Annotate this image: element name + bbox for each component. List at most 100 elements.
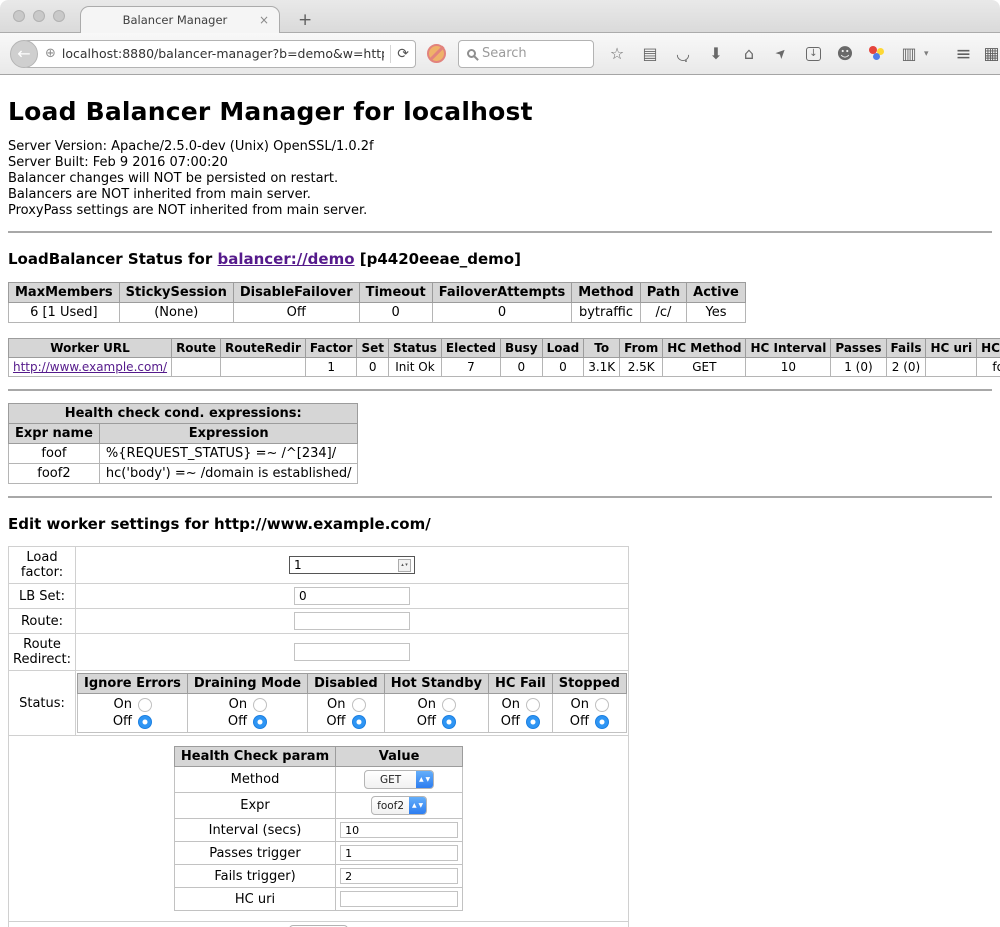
- status-on-radio[interactable]: [595, 698, 609, 712]
- status-off-radio[interactable]: [253, 715, 267, 729]
- field-label: Load factor:: [9, 547, 76, 584]
- reload-icon[interactable]: ⟳: [397, 46, 409, 62]
- home-icon[interactable]: ⌂: [740, 46, 758, 62]
- status-off-radio[interactable]: [442, 715, 456, 729]
- tab-close-icon[interactable]: ×: [259, 14, 269, 26]
- page-content: Load Balancer Manager for localhost Serv…: [0, 75, 1000, 927]
- field-label: LB Set:: [9, 584, 76, 609]
- worker-url-link[interactable]: http://www.example.com/: [13, 360, 167, 374]
- cell: GET: [663, 358, 746, 377]
- expr-name-cell: foof2: [9, 464, 100, 484]
- tab-bar: Balancer Manager × +: [0, 0, 1000, 33]
- heading-suffix: [p4420eeae_demo]: [355, 250, 521, 268]
- grid-icon[interactable]: ▦: [983, 44, 999, 64]
- column-header: Passes: [831, 339, 886, 358]
- send-icon[interactable]: ➤: [770, 41, 794, 65]
- download-box-icon[interactable]: ↓: [806, 47, 821, 61]
- navigation-toolbar: ← ⊕ localhost:8880/balancer-manager?b=de…: [0, 33, 1000, 75]
- status-off-radio[interactable]: [352, 715, 366, 729]
- search-bar[interactable]: Search: [458, 40, 594, 68]
- chevron-down-icon[interactable]: ▾: [924, 49, 929, 59]
- balancer-status-table: MaxMembersStickySessionDisableFailoverTi…: [8, 282, 746, 323]
- lb-set-input[interactable]: [294, 587, 410, 605]
- route-redirect-input[interactable]: [294, 643, 410, 661]
- passes-trigger-input[interactable]: [340, 845, 458, 861]
- cell: /c/: [640, 303, 686, 323]
- interval-secs-input[interactable]: [340, 822, 458, 838]
- form-field-row: Route Redirect:: [9, 634, 629, 671]
- column-header: Path: [640, 283, 686, 303]
- expression-cell: %{REQUEST_STATUS} =~ /^[234]/: [99, 444, 358, 464]
- table-row: http://www.example.com/10Init Ok7003.1K2…: [9, 358, 1000, 377]
- close-window-button[interactable]: [13, 10, 25, 22]
- radio-on-label: On: [229, 697, 247, 712]
- menu-icon[interactable]: ≡: [956, 43, 972, 65]
- select-arrows-icon: ▲ ▼: [409, 797, 426, 814]
- content-block-icon[interactable]: [428, 45, 445, 62]
- radio-off-label: Off: [113, 714, 132, 729]
- radio-on-label: On: [501, 697, 519, 712]
- number-stepper[interactable]: ▴ ▾: [398, 559, 411, 572]
- hc-param-label: Fails trigger): [174, 865, 335, 888]
- column-header: Worker URL: [9, 339, 172, 358]
- back-button[interactable]: ←: [10, 40, 38, 68]
- divider: [8, 496, 992, 498]
- server-info-line: Balancers are NOT inherited from main se…: [8, 187, 992, 203]
- column-header: Timeout: [359, 283, 432, 303]
- reading-list-icon[interactable]: ▤: [641, 46, 659, 62]
- cell: 0: [500, 358, 542, 377]
- zoom-window-button[interactable]: [53, 10, 65, 22]
- new-tab-button[interactable]: +: [292, 10, 318, 30]
- page-title: Load Balancer Manager for localhost: [8, 97, 992, 126]
- server-info: Server Version: Apache/2.5.0-dev (Unix) …: [8, 139, 992, 219]
- cell: Off: [233, 303, 359, 323]
- form-field-row: LB Set:: [9, 584, 629, 609]
- colored-dots-icon[interactable]: [869, 46, 885, 61]
- star-icon[interactable]: ☆: [608, 46, 626, 62]
- battery-icon[interactable]: ▥: [900, 46, 918, 62]
- browser-window: Balancer Manager × + ← ⊕ localhost:8880/…: [0, 0, 1000, 927]
- globe-icon: ⊕: [45, 46, 56, 61]
- pocket-icon[interactable]: ◡̣: [674, 46, 692, 62]
- status-on-radio[interactable]: [526, 698, 540, 712]
- status-row: Status: Ignore ErrorsDraining ModeDisabl…: [9, 671, 629, 736]
- status-off-radio[interactable]: [526, 715, 540, 729]
- column-header: Method: [572, 283, 640, 303]
- radio-off-label: Off: [501, 714, 520, 729]
- divider: [8, 389, 992, 391]
- table-row: foof%{REQUEST_STATUS} =~ /^[234]/: [9, 444, 358, 464]
- minimize-window-button[interactable]: [33, 10, 45, 22]
- column-header: Elected: [441, 339, 500, 358]
- status-off-radio[interactable]: [595, 715, 609, 729]
- column-header: To: [584, 339, 620, 358]
- column-header: HC Interval: [746, 339, 831, 358]
- balancer-demo-link[interactable]: balancer://demo: [217, 250, 354, 268]
- select-value: foof2: [372, 797, 409, 814]
- status-on-radio[interactable]: [138, 698, 152, 712]
- url-text[interactable]: localhost:8880/balancer-manager?b=demo&w…: [62, 46, 384, 61]
- fails-trigger-input[interactable]: [340, 868, 458, 884]
- status-off-radio[interactable]: [138, 715, 152, 729]
- route-input[interactable]: [294, 612, 410, 630]
- expr-name-cell: foof: [9, 444, 100, 464]
- hc-param-row: Passes trigger: [174, 842, 462, 865]
- column-header: Set: [357, 339, 389, 358]
- load-factor-input[interactable]: [289, 556, 415, 574]
- cell: 2 (0): [886, 358, 926, 377]
- status-column-header: HC Fail: [489, 674, 553, 694]
- cell: 3.1K: [584, 358, 620, 377]
- url-bar[interactable]: ⊕ localhost:8880/balancer-manager?b=demo…: [24, 40, 416, 68]
- chat-icon[interactable]: ☻: [836, 46, 854, 62]
- hc-uri-input[interactable]: [340, 891, 458, 907]
- cell: 7: [441, 358, 500, 377]
- status-on-radio[interactable]: [442, 698, 456, 712]
- tab-balancer-manager[interactable]: Balancer Manager ×: [80, 6, 280, 33]
- cell: 0: [357, 358, 389, 377]
- method-select[interactable]: GET▲ ▼: [364, 770, 434, 789]
- downloads-icon[interactable]: ⬇: [707, 46, 725, 62]
- status-on-radio[interactable]: [253, 698, 267, 712]
- hc-param-row: MethodGET▲ ▼: [174, 767, 462, 793]
- status-on-radio[interactable]: [352, 698, 366, 712]
- cell: Init Ok: [389, 358, 442, 377]
- expr-select[interactable]: foof2▲ ▼: [371, 796, 427, 815]
